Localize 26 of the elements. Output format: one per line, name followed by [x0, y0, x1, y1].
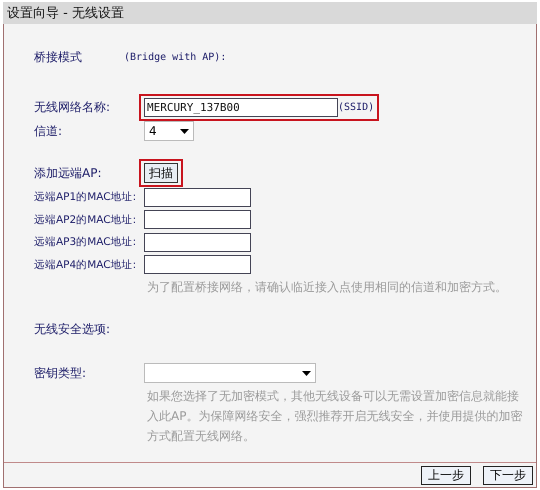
scan-button[interactable]: 扫描: [144, 163, 178, 183]
key-type-label: 密钥类型:: [34, 364, 88, 382]
window-title: 设置向导 - 无线设置: [3, 2, 537, 24]
back-button[interactable]: 上一步: [421, 466, 471, 484]
channel-dropdown[interactable]: 4: [144, 121, 194, 141]
mac-label: 远端AP2的MAC地址:: [34, 212, 138, 227]
channel-label: 信道:: [34, 122, 64, 140]
mac-field[interactable]: [144, 210, 251, 230]
mac-label: 远端AP4的MAC地址:: [34, 258, 138, 272]
mac-label: 远端AP1的MAC地址:: [34, 190, 138, 204]
next-button[interactable]: 下一步: [483, 466, 533, 484]
security-label: 无线安全选项:: [34, 320, 112, 338]
caret-icon: [180, 128, 189, 134]
ssid-suffix: (SSID): [338, 102, 374, 112]
ssid-label: 无线网络名称:: [34, 98, 112, 116]
bridge-hint: 为了配置桥接网络，请确认临近接入点使用相同的信道和加密方式。: [147, 279, 508, 296]
key-type-hint: 如果您选择了无加密模式，其他无线设备可以无需设置加密信息就能接入此AP。为保障网络安全，强烈推荐开启无线安全，并使用提供的加密方式配置无线网络。: [147, 388, 523, 445]
ssid-field[interactable]: MERCURY_137B00: [144, 98, 338, 116]
mac-field[interactable]: [144, 232, 251, 252]
add-ap-label: 添加远端AP:: [34, 164, 102, 182]
mode-value: (Bridge with AP):: [124, 52, 226, 62]
mode-label: 桥接模式: [34, 48, 82, 66]
mac-field[interactable]: [144, 188, 251, 207]
mac-label: 远端AP3的MAC地址:: [34, 235, 138, 250]
mac-field[interactable]: [144, 255, 251, 274]
caret-icon: [302, 370, 311, 376]
